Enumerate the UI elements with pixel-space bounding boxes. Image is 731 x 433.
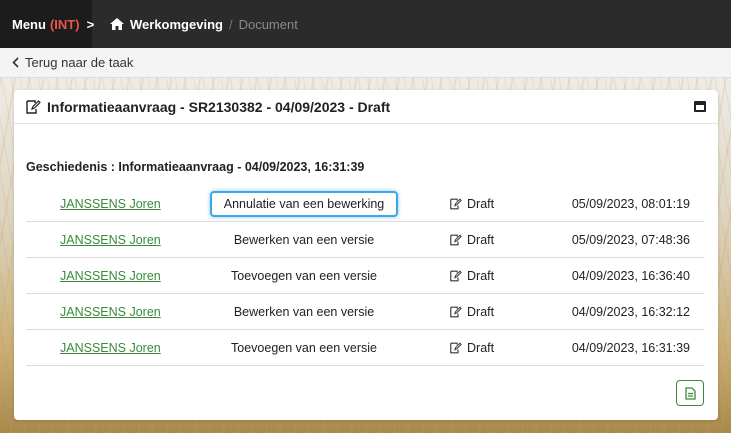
- menu-label: Menu: [12, 16, 46, 32]
- action-label: Annulatie van een bewerking: [209, 190, 399, 217]
- user-cell: JANSSENS Joren: [26, 341, 204, 355]
- edit-document-icon: [450, 306, 462, 317]
- user-link[interactable]: JANSSENS Joren: [60, 305, 161, 319]
- user-cell: JANSSENS Joren: [26, 269, 204, 283]
- user-link[interactable]: JANSSENS Joren: [60, 341, 161, 355]
- status-label: Draft: [467, 304, 495, 319]
- action-cell: Toevoegen van een versie: [204, 269, 404, 283]
- action-cell: Bewerken van een versie: [204, 233, 404, 247]
- table-row: JANSSENS Joren Bewerken van een versie Dra…: [26, 294, 704, 330]
- table-row: JANSSENS Joren Bewerken van een versie Dra…: [26, 222, 704, 258]
- status-cell: Draft: [404, 197, 554, 211]
- action-cell: Annulatie van een bewerking: [204, 190, 404, 217]
- user-link[interactable]: JANSSENS Joren: [60, 233, 161, 247]
- action-label: Toevoegen van een versie: [231, 268, 377, 283]
- status-label: Draft: [467, 268, 495, 283]
- history-table: JANSSENS Joren Annulatie van een bewerkin…: [26, 186, 704, 366]
- menu-button[interactable]: Menu (INT) >: [0, 0, 94, 48]
- action-label: Bewerken van een versie: [233, 232, 375, 247]
- status-cell: Draft: [404, 233, 554, 247]
- card-title: Informatieaanvraag - SR2130382 - 04/09/2…: [26, 99, 390, 115]
- breadcrumb: Werkomgeving / Document: [92, 17, 298, 32]
- date-cell: 04/09/2023, 16:36:40: [571, 268, 690, 283]
- status-label: Draft: [467, 232, 495, 247]
- date-cell: 05/09/2023, 08:01:19: [571, 196, 690, 211]
- user-cell: JANSSENS Joren: [26, 305, 204, 319]
- back-link-label: Terug naar de taak: [25, 55, 134, 70]
- action-cell: Toevoegen van een versie: [204, 341, 404, 355]
- environment-badge: (INT): [49, 16, 80, 32]
- table-row: JANSSENS Joren Toevoegen van een versie Dr…: [26, 330, 704, 366]
- breadcrumb-separator: /: [228, 16, 233, 32]
- back-bar: Terug naar de taak: [0, 48, 731, 78]
- document-button[interactable]: [676, 380, 704, 406]
- back-link[interactable]: Terug naar de taak: [12, 55, 133, 70]
- user-cell: JANSSENS Joren: [26, 197, 204, 211]
- window-icon[interactable]: [694, 101, 706, 112]
- card-title-text: Informatieaanvraag - SR2130382 - 04/09/2…: [47, 98, 391, 115]
- breadcrumb-current: Document: [238, 16, 298, 32]
- history-section-title: Geschiedenis : Informatieaanvraag - 04/0…: [26, 160, 365, 174]
- user-cell: JANSSENS Joren: [26, 233, 204, 247]
- card-header: Informatieaanvraag - SR2130382 - 04/09/2…: [14, 90, 718, 124]
- status-cell: Draft: [404, 269, 554, 283]
- edit-document-icon: [450, 270, 462, 281]
- status-label: Draft: [467, 340, 495, 355]
- status-label: Draft: [467, 196, 495, 211]
- user-link[interactable]: JANSSENS Joren: [60, 269, 161, 283]
- home-icon: [110, 18, 124, 30]
- breadcrumb-home-label: Werkomgeving: [130, 16, 223, 32]
- user-link[interactable]: JANSSENS Joren: [60, 197, 161, 211]
- action-label: Toevoegen van een versie: [231, 340, 377, 355]
- date-cell: 05/09/2023, 07:48:36: [571, 232, 690, 247]
- action-cell: Bewerken van een versie: [204, 305, 404, 319]
- edit-document-icon: [26, 99, 41, 114]
- action-label: Bewerken van een versie: [233, 304, 375, 319]
- edit-document-icon: [450, 234, 462, 245]
- date-cell: 04/09/2023, 16:32:12: [571, 304, 690, 319]
- document-history-card: Informatieaanvraag - SR2130382 - 04/09/2…: [14, 90, 718, 420]
- status-cell: Draft: [404, 341, 554, 355]
- document-icon: [684, 386, 696, 400]
- table-row: JANSSENS Joren Annulatie van een bewerkin…: [26, 186, 704, 222]
- date-cell: 04/09/2023, 16:31:39: [571, 340, 690, 355]
- edit-document-icon: [450, 198, 462, 209]
- chevron-left-icon: [12, 57, 19, 68]
- table-row: JANSSENS Joren Toevoegen van een versie Dr…: [26, 258, 704, 294]
- edit-document-icon: [450, 342, 462, 353]
- top-navigation-bar: Menu (INT) > Werkomgeving / Document: [0, 0, 731, 48]
- breadcrumb-home[interactable]: Werkomgeving: [110, 17, 223, 32]
- status-cell: Draft: [404, 305, 554, 319]
